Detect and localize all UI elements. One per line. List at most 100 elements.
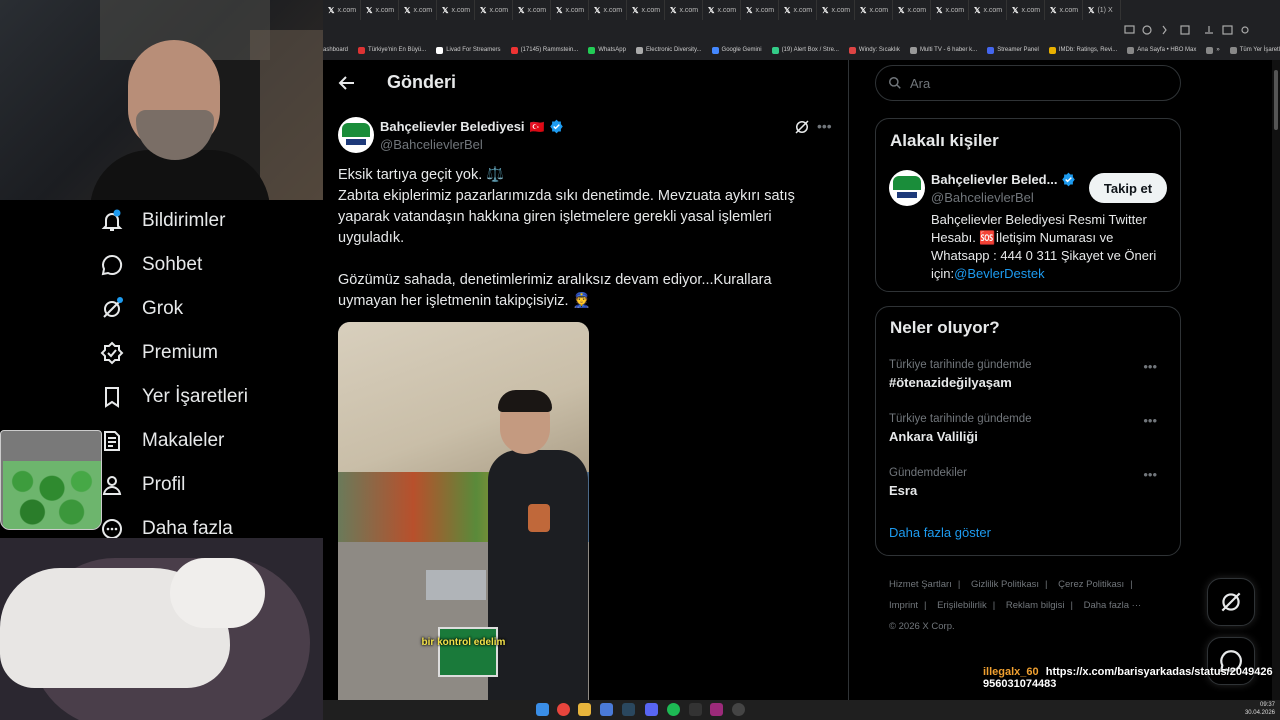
browser-tab[interactable]: 𝕏x.com: [627, 0, 665, 20]
bookmark-item[interactable]: Multi TV - 6 haber k...: [909, 46, 978, 54]
footer-link[interactable]: Çerez Politikası: [1058, 579, 1124, 590]
bookmark-item[interactable]: Livad For Streamers: [436, 46, 501, 54]
bookmark-label: Multi TV - 6 haber k...: [919, 47, 978, 53]
start-icon[interactable]: [536, 703, 549, 716]
footer-link[interactable]: Daha fazla ···: [1084, 600, 1142, 611]
browser-tab[interactable]: 𝕏x.com: [893, 0, 931, 20]
browser-tab[interactable]: 𝕏x.com: [361, 0, 399, 20]
bookmark-item[interactable]: (19) Alert Box / Stre...: [771, 46, 839, 54]
chrome-icon[interactable]: [557, 703, 570, 716]
system-clock[interactable]: 09:37 30.04.2026: [1240, 701, 1275, 717]
browser-tab[interactable]: 𝕏x.com: [779, 0, 817, 20]
bookmark-item[interactable]: Ana Sayfa • HBO Max: [1127, 46, 1196, 54]
browser-tab[interactable]: 𝕏x.com: [551, 0, 589, 20]
related-name[interactable]: Bahçelievler Beled...: [931, 172, 1076, 187]
browser-tab[interactable]: 𝕏x.com: [741, 0, 779, 20]
browser-tab[interactable]: 𝕏x.com: [817, 0, 855, 20]
nav-item-chat[interactable]: Sohbet: [100, 250, 202, 280]
scrollbar[interactable]: [1272, 60, 1280, 700]
browser-tab[interactable]: 𝕏x.com: [1007, 0, 1045, 20]
bookmark-item[interactable]: Türkiye'nin En Büyü...: [358, 46, 426, 54]
show-more-link[interactable]: Daha fazla göster: [889, 525, 991, 540]
toolbar-icons[interactable]: [1123, 24, 1253, 36]
browser-tab[interactable]: 𝕏x.com: [665, 0, 703, 20]
browser-tab[interactable]: 𝕏x.com: [589, 0, 627, 20]
epic-icon[interactable]: [689, 703, 702, 716]
bookmark-item[interactable]: (17145) Rammstein...: [510, 46, 578, 54]
bookmark-item[interactable]: ashboard: [323, 47, 348, 53]
browser-tab[interactable]: 𝕏x.com: [323, 0, 361, 20]
x-logo-icon: 𝕏: [1050, 5, 1057, 15]
browser-tab[interactable]: 𝕏x.com: [399, 0, 437, 20]
bookmark-item[interactable]: »: [1206, 46, 1220, 54]
trend-more-icon[interactable]: •••: [1143, 359, 1157, 374]
browser-tab[interactable]: 𝕏x.com: [475, 0, 513, 20]
nav-item-articles[interactable]: Makaleler: [100, 426, 224, 456]
x-logo-icon: 𝕏: [404, 5, 411, 15]
bookmark-item[interactable]: Streamer Panel: [987, 46, 1039, 54]
nav-item-notifications[interactable]: Bildirimler: [100, 206, 225, 236]
back-arrow-icon[interactable]: [337, 73, 357, 93]
clover-jar-overlay: [0, 430, 102, 530]
bookmark-item[interactable]: IMDb: Ratings, Revi...: [1048, 46, 1118, 54]
footer-link[interactable]: Imprint: [889, 600, 918, 611]
footer-link[interactable]: Erişilebilirlik: [937, 600, 987, 611]
bio-mention-link[interactable]: @BevlerDestek: [954, 266, 1045, 281]
logo-band-2: [346, 139, 366, 145]
browser-tab[interactable]: 𝕏x.com: [931, 0, 969, 20]
browser-tab[interactable]: 𝕏x.com: [1045, 0, 1083, 20]
app-icon[interactable]: [600, 703, 613, 716]
trend-item[interactable]: Türkiye tarihinde gündemde #ötenazideğil…: [889, 359, 1169, 390]
folder-icon[interactable]: [578, 703, 591, 716]
follow-button[interactable]: Takip et: [1089, 173, 1167, 203]
browser-tab[interactable]: 𝕏x.com: [969, 0, 1007, 20]
nav-item-grok[interactable]: Grok: [100, 294, 183, 324]
author-handle[interactable]: @BahcelievlerBel: [380, 137, 483, 152]
footer-links: Hizmet Şartları | Gizlilik Politikası | Çe…: [889, 574, 1169, 637]
nav-item-profile[interactable]: Profil: [100, 470, 185, 500]
footer-link[interactable]: Reklam bilgisi: [1006, 600, 1065, 611]
app-icon[interactable]: [710, 703, 723, 716]
bookmark-label: ashboard: [323, 47, 349, 53]
bookmark-item[interactable]: Windy: Sıcaklık: [848, 46, 900, 54]
logo-band: [342, 123, 370, 137]
search-input[interactable]: [910, 75, 1150, 91]
chat-icon: [101, 254, 123, 276]
bookmark-item[interactable]: Tüm Yer İşaretleri: [1229, 46, 1280, 54]
trend-item[interactable]: Gündemdekiler Esra •••: [889, 467, 1169, 498]
separator: |: [957, 579, 961, 590]
bookmark-item[interactable]: WhatsApp: [588, 46, 626, 54]
bookmark-item[interactable]: Electronic Diversity...: [635, 46, 702, 54]
nav-item-premium[interactable]: Premium: [100, 338, 218, 368]
discord-icon[interactable]: [645, 703, 658, 716]
app-icon[interactable]: [732, 703, 745, 716]
author-name[interactable]: Bahçelievler Belediyesi 🇹🇷: [380, 119, 564, 134]
browser-tab[interactable]: 𝕏x.com: [703, 0, 741, 20]
trend-more-icon[interactable]: •••: [1143, 467, 1157, 482]
related-avatar[interactable]: [889, 170, 925, 206]
more-options-icon[interactable]: •••: [817, 118, 835, 136]
bookmark-label: Livad For Streamers: [446, 47, 501, 53]
grok-fab-button[interactable]: [1207, 578, 1255, 626]
spotify-icon[interactable]: [667, 703, 680, 716]
browser-tab[interactable]: 𝕏x.com: [855, 0, 893, 20]
browser-tab[interactable]: 𝕏x.com: [513, 0, 551, 20]
tweet-line-2: Zabıta ekiplerimiz pazarlarımızda sıkı d…: [338, 188, 795, 246]
browser-tab-bar: 𝕏x.com 𝕏x.com 𝕏x.com 𝕏x.com 𝕏x.com 𝕏x.com 𝕏x.c…: [323, 0, 1280, 20]
search-box[interactable]: [875, 65, 1181, 101]
footer-link[interactable]: Gizlilik Politikası: [971, 579, 1039, 590]
bookmark-item[interactable]: Google Gemini: [711, 46, 762, 54]
trend-item[interactable]: Türkiye tarihinde gündemde Ankara Valili…: [889, 413, 1169, 444]
trend-more-icon[interactable]: •••: [1143, 413, 1157, 428]
scroll-thumb[interactable]: [1274, 70, 1278, 130]
footer-link[interactable]: Hizmet Şartları: [889, 579, 952, 590]
browser-tab[interactable]: 𝕏 (1) X: [1083, 0, 1121, 20]
bookmark-label: IMDb: Ratings, Revi...: [1058, 47, 1118, 53]
browser-tab[interactable]: 𝕏x.com: [437, 0, 475, 20]
grok-explain-icon[interactable]: [793, 118, 811, 136]
x-logo-icon: 𝕏: [898, 5, 905, 15]
author-avatar[interactable]: [338, 117, 374, 153]
steam-icon[interactable]: [622, 703, 635, 716]
related-handle[interactable]: @BahcelievlerBel: [931, 190, 1034, 205]
nav-item-bookmarks[interactable]: Yer İşaretleri: [100, 382, 248, 412]
